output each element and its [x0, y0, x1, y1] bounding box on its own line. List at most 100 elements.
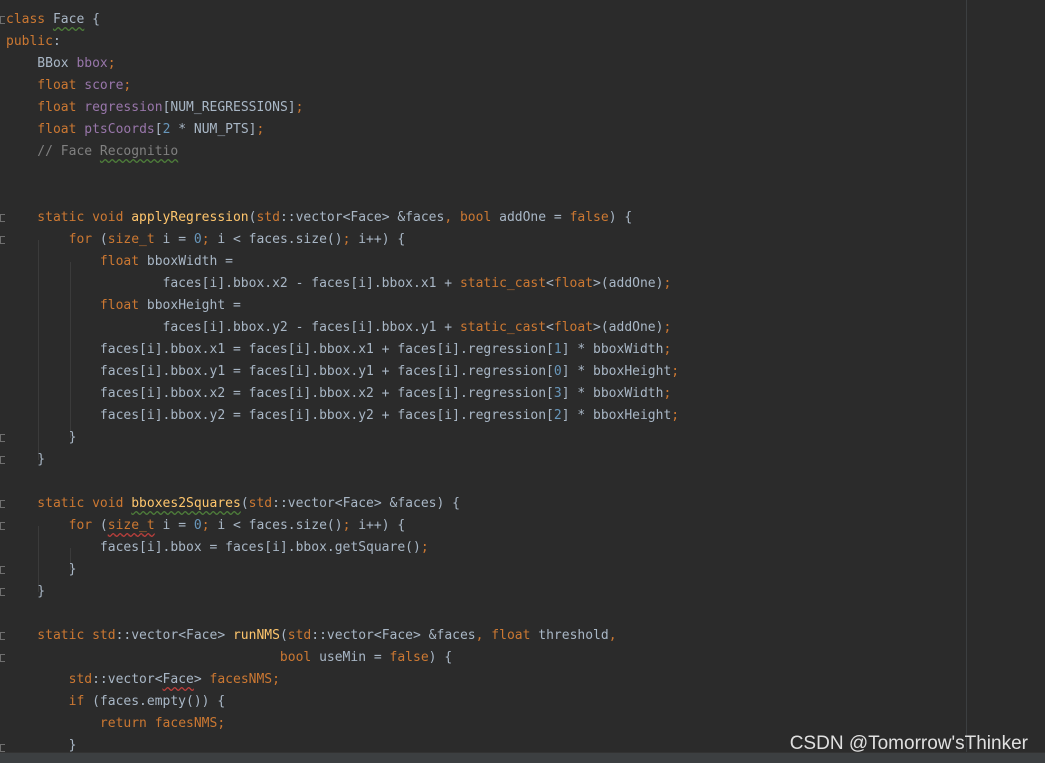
fold-marker[interactable] [0, 566, 5, 574]
code-token: bool [6, 650, 320, 665]
code-line[interactable]: bool useMin = false) { [6, 647, 452, 669]
code-token: faces[i].bbox.y1 = faces[i].bbox.y1 + fa… [6, 364, 554, 379]
code-token: class [6, 12, 53, 27]
code-token: float [553, 320, 594, 335]
code-line[interactable]: float regression[NUM_REGRESSIONS]; [6, 97, 303, 119]
code-token: std [256, 210, 280, 225]
code-token: threshold [538, 628, 609, 643]
code-line[interactable]: for (size_t i = 0; i < faces.size(); i++… [6, 515, 406, 537]
code-token: std [248, 496, 273, 511]
code-token: runNMS [232, 628, 280, 643]
code-token: bbox [76, 56, 108, 71]
code-token: float [491, 628, 539, 643]
code-token: ptsCoords [84, 122, 155, 137]
code-token: bboxWidth = [146, 254, 233, 269]
code-line[interactable]: faces[i].bbox.y1 = faces[i].bbox.y1 + fa… [6, 361, 679, 383]
code-line[interactable]: return facesNMS; [6, 713, 225, 735]
code-line[interactable]: std::vector<Face> facesNMS; [6, 669, 280, 691]
code-token: > [193, 672, 210, 687]
fold-marker[interactable] [0, 588, 5, 596]
fold-marker[interactable] [0, 632, 5, 640]
code-token: ; [295, 100, 304, 115]
code-token: static void [6, 496, 132, 511]
code-line[interactable]: static std::vector<Face> runNMS(std::vec… [6, 625, 617, 647]
code-token: 0 [193, 232, 202, 247]
code-line[interactable]: float bboxWidth = [6, 251, 233, 273]
code-token: { [84, 12, 100, 27]
code-token: < [546, 276, 554, 291]
code-token: static_cast [459, 320, 547, 335]
code-line[interactable]: float score; [6, 75, 131, 97]
code-token: faces[i].bbox.y2 = faces[i].bbox.y2 + fa… [6, 408, 554, 423]
code-token: 0 [193, 518, 202, 533]
code-token: >(addOne) [593, 276, 664, 291]
code-token: static void [6, 210, 132, 225]
code-token: ; [201, 518, 218, 533]
fold-marker[interactable] [0, 214, 5, 222]
code-line[interactable]: faces[i].bbox = faces[i].bbox.getSquare(… [6, 537, 429, 559]
code-token: false [389, 650, 429, 665]
code-token: } [6, 738, 77, 752]
right-margin-guide [966, 0, 967, 752]
code-line[interactable]: } [6, 735, 77, 752]
fold-marker[interactable] [0, 500, 5, 508]
code-token: float [553, 276, 594, 291]
code-token: score [84, 78, 124, 93]
code-token: ; [663, 386, 672, 401]
code-line[interactable]: BBox bbox; [6, 53, 115, 75]
code-token: ) { [428, 650, 453, 665]
code-editor[interactable]: class Face {public: BBox bbox; float sco… [0, 0, 1045, 752]
code-line[interactable]: } [6, 449, 45, 471]
code-token: : [52, 34, 61, 49]
fold-marker[interactable] [0, 654, 5, 662]
code-line[interactable]: faces[i].bbox.x2 - faces[i].bbox.x1 + st… [6, 273, 672, 295]
fold-marker[interactable] [0, 744, 5, 752]
code-token: < [546, 320, 554, 335]
code-line[interactable]: } [6, 559, 77, 581]
fold-marker[interactable] [0, 16, 5, 24]
code-token: for [6, 232, 100, 247]
code-line[interactable]: // Face Recognitio [6, 141, 178, 163]
code-token: ; [272, 672, 280, 687]
code-token: 2 [553, 408, 562, 423]
code-line[interactable]: } [6, 581, 45, 603]
code-line[interactable]: if (faces.empty()) { [6, 691, 226, 713]
code-line[interactable]: faces[i].bbox.y2 - faces[i].bbox.y1 + st… [6, 317, 672, 339]
code-token: ; [256, 122, 265, 137]
code-token: ] * bboxHeight [561, 364, 672, 379]
code-token: ; [671, 364, 680, 379]
code-line[interactable]: faces[i].bbox.x1 = faces[i].bbox.x1 + fa… [6, 339, 671, 361]
code-line[interactable]: } [6, 427, 77, 449]
code-token: faces[i].bbox = faces[i].bbox.getSquare(… [6, 540, 421, 555]
code-token: >(addOne) [593, 320, 664, 335]
code-token: facesNMS [209, 672, 273, 687]
code-line[interactable]: static void applyRegression(std::vector<… [6, 207, 632, 229]
code-line[interactable]: faces[i].bbox.y2 = faces[i].bbox.y2 + fa… [6, 405, 679, 427]
code-token: faces[i].bbox.y2 - faces[i].bbox.y1 + [6, 320, 460, 335]
code-line[interactable]: float ptsCoords[2 * NUM_PTS]; [6, 119, 264, 141]
fold-marker[interactable] [0, 434, 5, 442]
code-token: ; [217, 716, 226, 731]
code-token: float [6, 254, 147, 269]
code-token: ::vector<Face> &faces [279, 210, 445, 225]
code-token: ::vector<Face> &faces [311, 628, 476, 643]
code-token: ; [663, 342, 672, 357]
code-line[interactable]: class Face { [6, 9, 100, 31]
code-token: ; [342, 518, 359, 533]
fold-marker[interactable] [0, 522, 5, 530]
fold-marker[interactable] [0, 456, 5, 464]
code-line[interactable]: float bboxHeight = [6, 295, 241, 317]
code-token: facesNMS [154, 716, 218, 731]
code-line[interactable]: static void bboxes2Squares(std::vector<F… [6, 493, 460, 515]
watermark: CSDN @Tomorrow'sThinker [789, 733, 1028, 754]
code-line[interactable]: faces[i].bbox.x2 = faces[i].bbox.x2 + fa… [6, 383, 671, 405]
code-line[interactable]: public: [6, 31, 61, 53]
code-token: i < faces.size() [217, 232, 343, 247]
code-token: ( [279, 628, 288, 643]
code-token: faces[i].bbox.x2 = faces[i].bbox.x2 + fa… [6, 386, 554, 401]
code-token: 3 [553, 386, 562, 401]
code-line[interactable]: for (size_t i = 0; i < faces.size(); i++… [6, 229, 406, 251]
code-token: , [608, 628, 617, 643]
code-token: ; [420, 540, 429, 555]
fold-marker[interactable] [0, 236, 5, 244]
